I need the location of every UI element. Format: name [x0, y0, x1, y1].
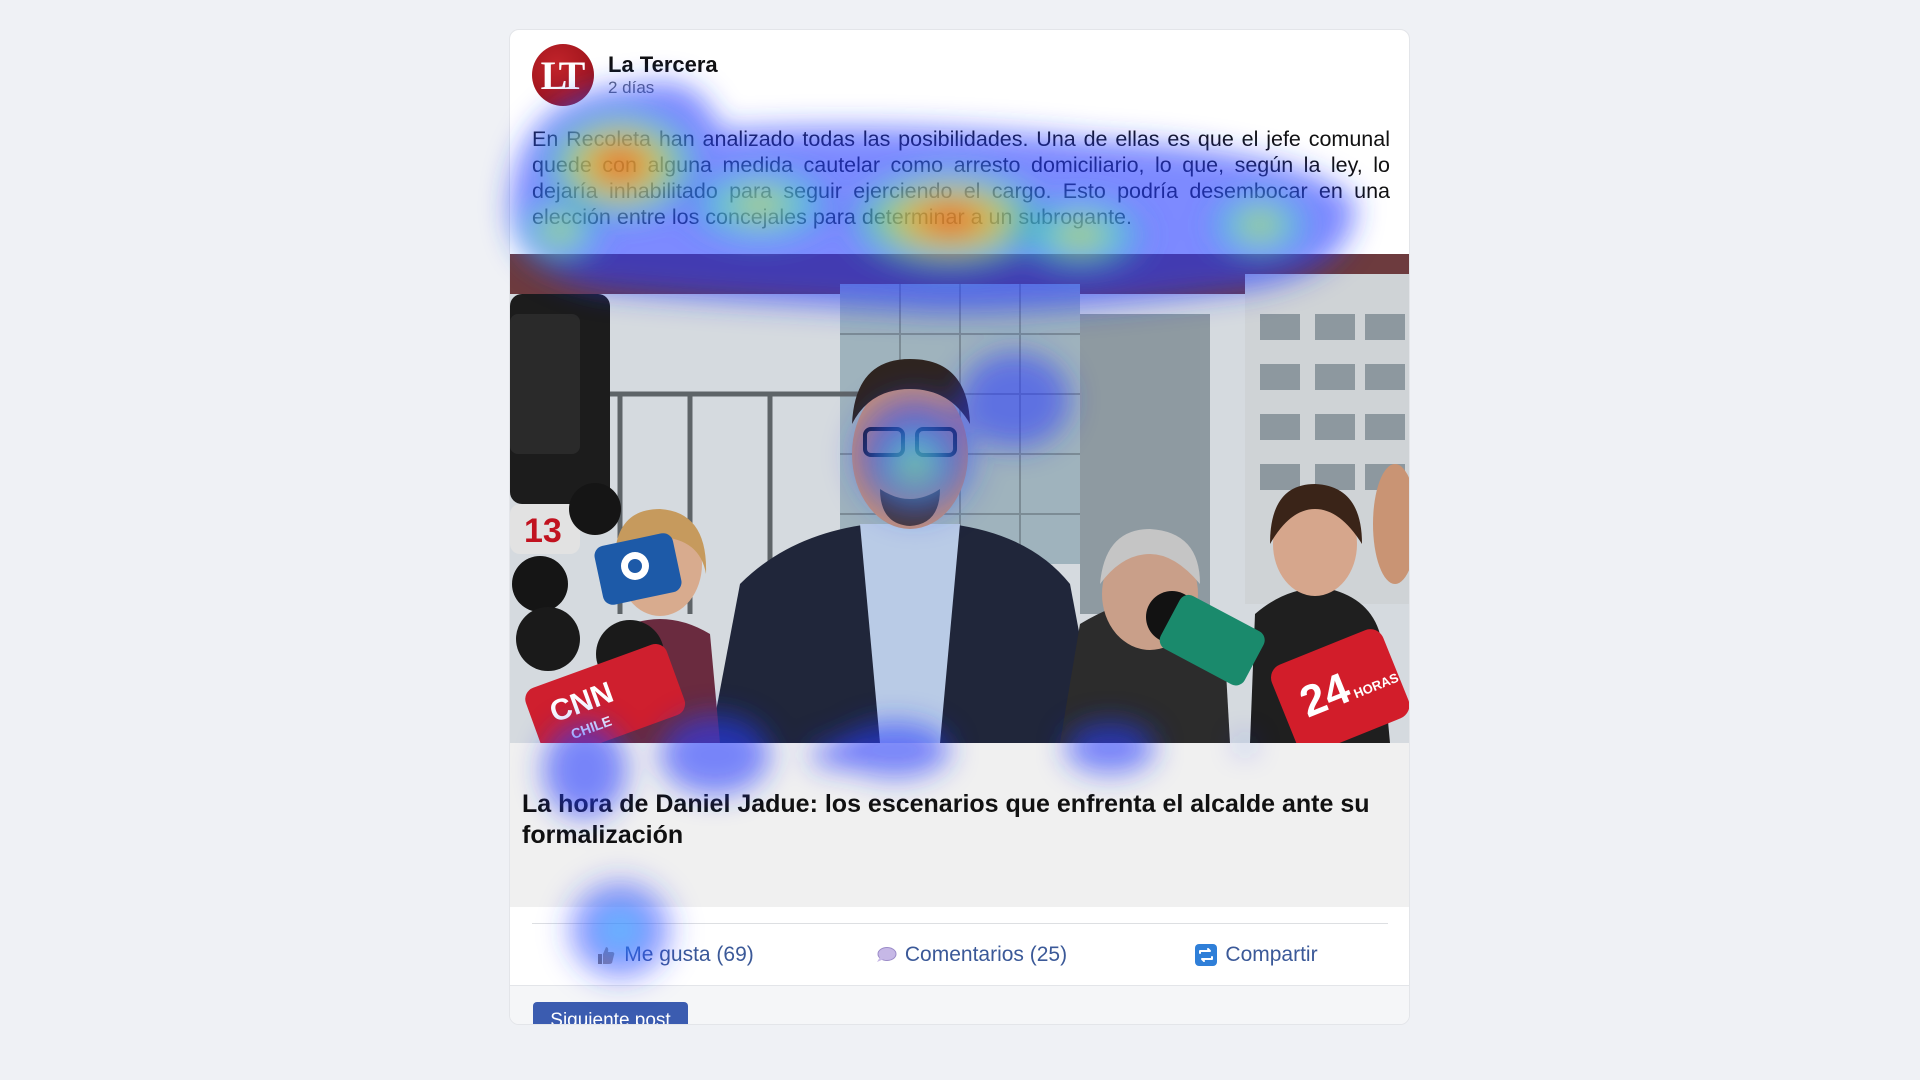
post-image[interactable]: 13 CNN CHILE 24 HORAS [510, 254, 1409, 743]
comments-button[interactable]: Comentarios (25) [840, 943, 1102, 967]
post-meta: La Tercera 2 días [608, 52, 718, 98]
post-time: 2 días [608, 78, 655, 97]
news-photo: 13 CNN CHILE 24 HORAS [510, 254, 1409, 743]
link-title[interactable]: La hora de Daniel Jadue: los escenarios … [522, 789, 1392, 851]
link-preview[interactable]: La hora de Daniel Jadue: los escenarios … [510, 743, 1409, 907]
post-text: En Recoleta han analizado todas las posi… [532, 127, 1390, 229]
speech-bubble-icon [876, 947, 897, 962]
post-footer: Siguiente post [510, 985, 1409, 1024]
share-button[interactable]: Compartir [1102, 943, 1409, 967]
action-bar: Me gusta (69) Comentarios (25) Compartir [510, 925, 1409, 985]
avatar[interactable]: LT [532, 44, 594, 106]
like-button[interactable]: Me gusta (69) [510, 943, 840, 967]
share-arrows-icon [1195, 944, 1218, 966]
like-label: Me gusta (69) [624, 943, 754, 966]
next-post-button[interactable]: Siguiente post [533, 1002, 688, 1024]
mic-13-label: 13 [524, 512, 562, 550]
thumbs-up-icon [598, 947, 615, 964]
share-label: Compartir [1225, 943, 1318, 966]
post-card: LT La Tercera 2 días En Recoleta han ana… [509, 29, 1410, 1025]
comments-label: Comentarios (25) [904, 943, 1068, 966]
post-header: LT La Tercera 2 días [532, 44, 718, 106]
actions-divider [532, 923, 1388, 924]
source-name[interactable]: La Tercera [608, 52, 718, 78]
